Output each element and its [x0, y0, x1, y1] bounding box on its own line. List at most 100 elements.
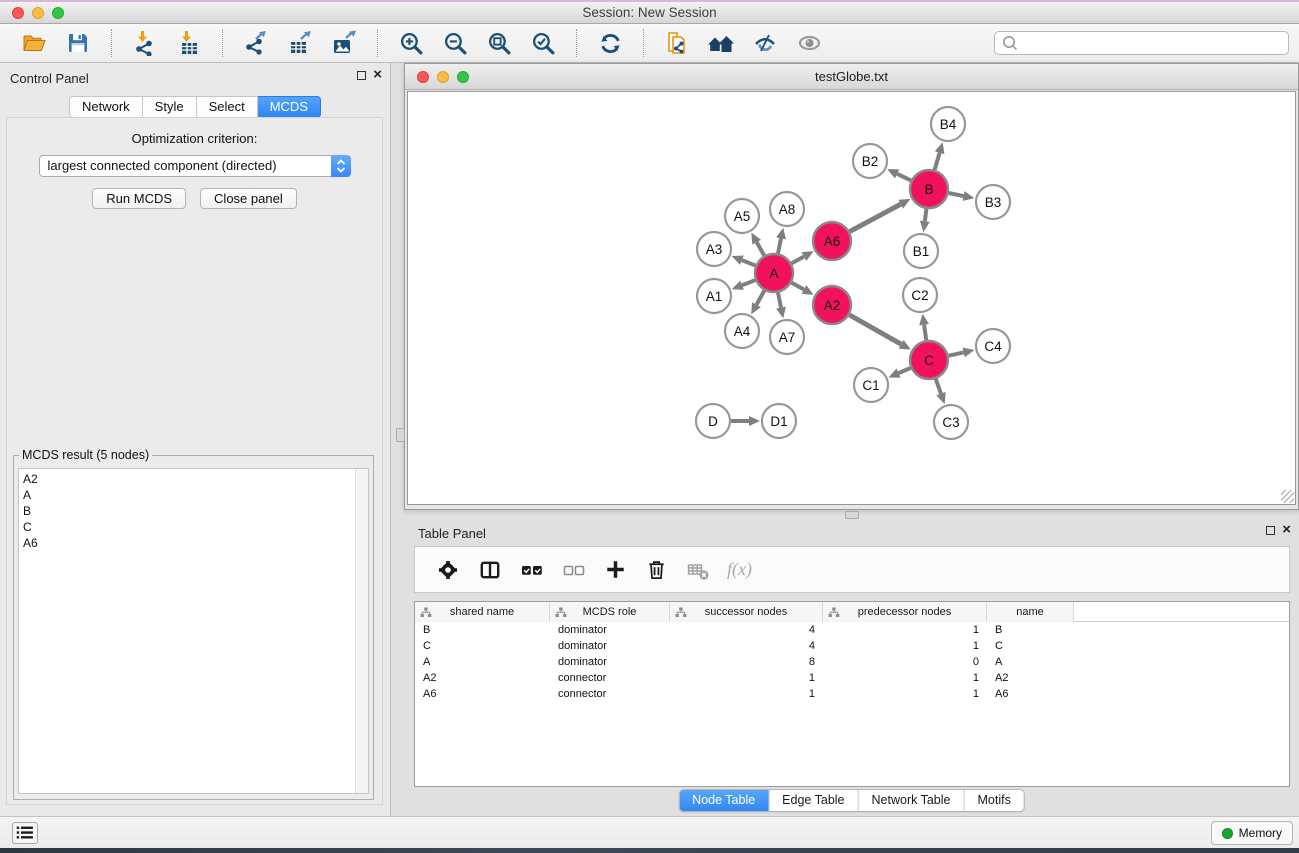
table-cell[interactable]: 1 — [823, 622, 987, 638]
export-table-button[interactable] — [284, 28, 316, 58]
table-row[interactable]: A2connector11A2 — [415, 670, 1289, 686]
tab-network[interactable]: Network — [69, 96, 143, 118]
search-box[interactable] — [994, 31, 1289, 55]
tab-style[interactable]: Style — [143, 96, 197, 118]
tab-mcds[interactable]: MCDS — [258, 96, 321, 118]
function-builder-button[interactable]: f(x) — [727, 559, 752, 580]
unselect-all-columns-button[interactable] — [562, 558, 586, 582]
zoom-out-button[interactable] — [439, 28, 471, 58]
table-cell[interactable]: dominator — [550, 638, 670, 654]
mcds-result-item[interactable]: C — [23, 519, 368, 535]
float-table-panel-icon[interactable] — [1266, 526, 1275, 535]
table-cell[interactable]: 4 — [670, 638, 823, 654]
graph-edge-C-C3[interactable] — [936, 379, 941, 394]
table-row[interactable]: Cdominator41C — [415, 638, 1289, 654]
mcds-result-item[interactable]: B — [23, 503, 368, 519]
tab-edge-table[interactable]: Edge Table — [768, 790, 857, 811]
tab-network-table[interactable]: Network Table — [858, 790, 964, 811]
close-network-window-button[interactable] — [417, 71, 429, 83]
table-cell[interactable]: 1 — [670, 670, 823, 686]
tab-node-table[interactable]: Node Table — [679, 790, 768, 811]
graph-edge-A-A1[interactable] — [742, 280, 755, 285]
table-row[interactable]: A6connector11A6 — [415, 686, 1289, 702]
close-panel-icon[interactable]: × — [373, 69, 382, 81]
graph-edge-B-B4[interactable] — [935, 153, 940, 170]
open-session-button[interactable] — [18, 28, 50, 58]
table-cell[interactable]: A6 — [987, 686, 1074, 702]
graph-edge-B-B1[interactable] — [925, 209, 927, 221]
graph-edge-A-A7[interactable] — [778, 293, 781, 308]
table-cell[interactable]: 1 — [823, 670, 987, 686]
graph-edge-B-B3[interactable] — [949, 193, 964, 196]
criterion-dropdown[interactable]: largest connected component (directed) — [39, 155, 351, 177]
table-cell[interactable]: A — [987, 654, 1074, 670]
import-network-button[interactable] — [129, 28, 161, 58]
table-settings-button[interactable] — [436, 558, 460, 582]
home-button[interactable] — [705, 28, 737, 58]
table-cell[interactable]: 8 — [670, 654, 823, 670]
run-mcds-button[interactable]: Run MCDS — [92, 188, 186, 209]
mcds-result-item[interactable]: A6 — [23, 535, 368, 551]
table-cell[interactable]: A2 — [987, 670, 1074, 686]
graph-edge-A6-B[interactable] — [850, 204, 901, 231]
create-column-button[interactable] — [604, 558, 627, 581]
select-all-columns-button[interactable] — [520, 558, 544, 582]
table-cell[interactable]: C — [987, 638, 1074, 654]
table-cell[interactable]: 1 — [670, 686, 823, 702]
window-resize-grip[interactable] — [1281, 490, 1294, 503]
column-header-predecessor-nodes[interactable]: predecessor nodes — [823, 602, 987, 622]
table-cell[interactable]: 1 — [823, 686, 987, 702]
table-row[interactable]: Adominator80A — [415, 654, 1289, 670]
tab-motifs[interactable]: Motifs — [963, 790, 1023, 811]
table-cell[interactable]: A2 — [415, 670, 550, 686]
zoom-selected-button[interactable] — [527, 28, 559, 58]
graphics-details-button[interactable] — [749, 28, 781, 58]
table-cell[interactable]: 0 — [823, 654, 987, 670]
graph-edge-A-A8[interactable] — [778, 238, 781, 253]
minimize-window-button[interactable] — [32, 7, 44, 19]
table-cell[interactable]: A — [415, 654, 550, 670]
task-history-button[interactable] — [12, 822, 38, 844]
graph-edge-A-A5[interactable] — [757, 242, 765, 255]
close-table-panel-icon[interactable]: × — [1282, 524, 1291, 536]
table-cell[interactable]: 1 — [823, 638, 987, 654]
table-cell[interactable]: B — [987, 622, 1074, 638]
network-canvas[interactable]: B4B2BB3A5A8A6A3B1AA1C2A2A4A7CC4C1C3DD1 — [407, 91, 1296, 505]
table-cell[interactable]: B — [415, 622, 550, 638]
table-cell[interactable]: dominator — [550, 622, 670, 638]
tab-select[interactable]: Select — [197, 96, 258, 118]
clone-network-button[interactable] — [661, 28, 693, 58]
search-input[interactable] — [1020, 33, 1288, 53]
save-session-button[interactable] — [62, 28, 94, 58]
vertical-split-handle[interactable] — [396, 428, 405, 442]
table-cell[interactable]: C — [415, 638, 550, 654]
close-panel-button[interactable]: Close panel — [200, 188, 297, 209]
result-scrollbar[interactable] — [355, 469, 368, 793]
minimize-network-window-button[interactable] — [437, 71, 449, 83]
export-network-button[interactable] — [240, 28, 272, 58]
zoom-fit-button[interactable] — [483, 28, 515, 58]
graph-edge-A-A2[interactable] — [792, 283, 804, 290]
graph-edge-A-A6[interactable] — [792, 256, 804, 263]
close-window-button[interactable] — [12, 7, 24, 19]
eye-button[interactable] — [793, 28, 825, 58]
zoom-in-button[interactable] — [395, 28, 427, 58]
graph-edge-C-C1[interactable] — [899, 368, 911, 373]
memory-button[interactable]: Memory — [1211, 821, 1293, 845]
zoom-network-window-button[interactable] — [457, 71, 469, 83]
refresh-button[interactable] — [594, 28, 626, 58]
table-cell[interactable]: connector — [550, 670, 670, 686]
float-panel-icon[interactable] — [357, 71, 366, 80]
show-column-button[interactable] — [478, 558, 502, 582]
table-cell[interactable]: A6 — [415, 686, 550, 702]
graph-edge-A-A3[interactable] — [742, 260, 756, 265]
delete-table-button[interactable] — [686, 558, 710, 582]
column-header-mcds-role[interactable]: MCDS role — [550, 602, 670, 622]
table-cell[interactable]: connector — [550, 686, 670, 702]
zoom-window-button[interactable] — [52, 7, 64, 19]
graph-edge-A2-C[interactable] — [849, 315, 901, 344]
export-image-button[interactable] — [328, 28, 360, 58]
column-header-successor-nodes[interactable]: successor nodes — [670, 602, 823, 622]
graph-edge-C-C4[interactable] — [949, 352, 964, 355]
graph-edge-C-C2[interactable] — [924, 325, 926, 340]
